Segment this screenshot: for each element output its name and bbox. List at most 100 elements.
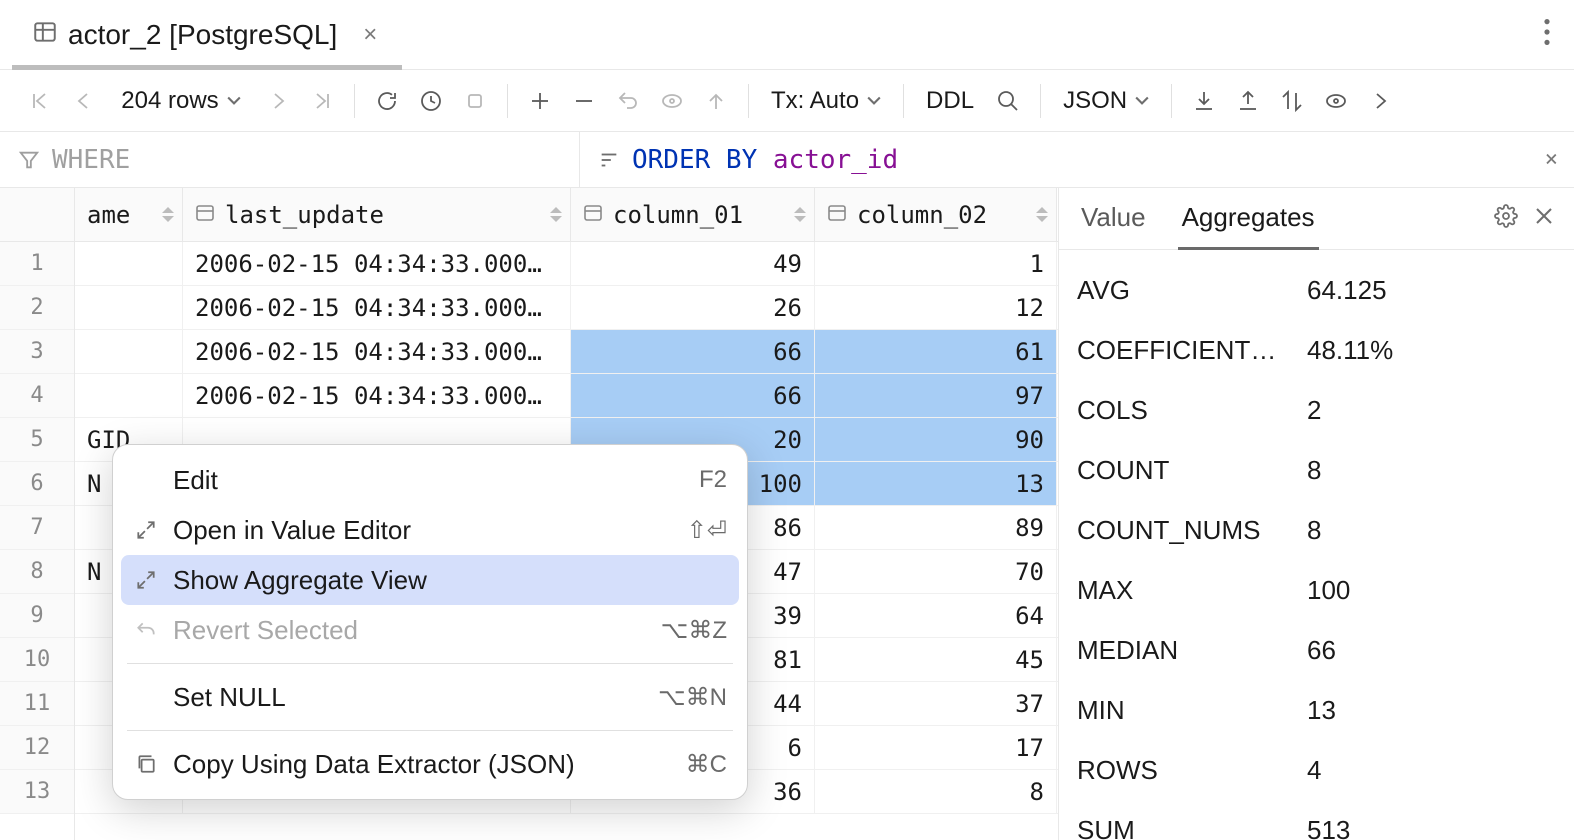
- remove-row-button[interactable]: [562, 79, 606, 123]
- table-row[interactable]: 2006-02-15 04:34:33.000…2612: [75, 286, 1058, 330]
- gear-icon[interactable]: [1494, 204, 1518, 234]
- row-number[interactable]: 11: [0, 682, 74, 726]
- row-number[interactable]: 10: [0, 638, 74, 682]
- format-dropdown[interactable]: JSON: [1051, 87, 1161, 115]
- table-row[interactable]: 2006-02-15 04:34:33.000…6661: [75, 330, 1058, 374]
- cell-name[interactable]: [75, 242, 183, 285]
- row-count-dropdown[interactable]: 204 rows: [106, 87, 256, 115]
- aggregate-row[interactable]: COUNT_NUMS8: [1059, 500, 1574, 560]
- menu-copy-extractor[interactable]: Copy Using Data Extractor (JSON) ⌘C: [113, 739, 747, 789]
- expand-button[interactable]: [1358, 79, 1402, 123]
- ddl-button[interactable]: DDL: [914, 87, 986, 115]
- aggregate-row[interactable]: COLS2: [1059, 380, 1574, 440]
- menu-revert-selected[interactable]: Revert Selected ⌥⌘Z: [113, 605, 747, 655]
- column-header-name[interactable]: ame: [75, 188, 183, 241]
- cell-column-01[interactable]: 66: [571, 374, 815, 417]
- menu-edit[interactable]: Edit F2: [113, 455, 747, 505]
- cell-name[interactable]: [75, 286, 183, 329]
- aggregate-row[interactable]: COEFFICIENT…48.11%: [1059, 320, 1574, 380]
- cell-column-02[interactable]: 17: [815, 726, 1057, 769]
- preview-button[interactable]: [650, 79, 694, 123]
- cell-name[interactable]: [75, 374, 183, 417]
- cell-column-02[interactable]: 61: [815, 330, 1057, 373]
- column-header-column-01[interactable]: column_01: [571, 188, 815, 241]
- row-number[interactable]: 9: [0, 594, 74, 638]
- reload-button[interactable]: [365, 79, 409, 123]
- cell-column-02[interactable]: 90: [815, 418, 1057, 461]
- cell-name[interactable]: [75, 330, 183, 373]
- cell-column-01[interactable]: 26: [571, 286, 815, 329]
- cell-column-02[interactable]: 89: [815, 506, 1057, 549]
- search-button[interactable]: [986, 79, 1030, 123]
- cell-column-02[interactable]: 37: [815, 682, 1057, 725]
- menu-show-aggregate-view[interactable]: Show Aggregate View: [121, 555, 739, 605]
- cell-column-01[interactable]: 66: [571, 330, 815, 373]
- revert-button[interactable]: [606, 79, 650, 123]
- row-number[interactable]: 6: [0, 462, 74, 506]
- next-page-button[interactable]: [256, 79, 300, 123]
- menu-set-null[interactable]: Set NULL ⌥⌘N: [113, 672, 747, 722]
- cell-last-update[interactable]: 2006-02-15 04:34:33.000…: [183, 374, 571, 417]
- row-number[interactable]: 2: [0, 286, 74, 330]
- orderby-keyword: ORDER BY: [632, 145, 757, 175]
- cell-column-02[interactable]: 12: [815, 286, 1057, 329]
- cell-column-02[interactable]: 1: [815, 242, 1057, 285]
- row-number[interactable]: 4: [0, 374, 74, 418]
- aggregate-row[interactable]: COUNT8: [1059, 440, 1574, 500]
- aggregate-value: 48.11%: [1307, 335, 1393, 366]
- row-number[interactable]: 3: [0, 330, 74, 374]
- table-row[interactable]: 2006-02-15 04:34:33.000…6697: [75, 374, 1058, 418]
- aggregate-row[interactable]: SUM513: [1059, 800, 1574, 840]
- aggregate-row[interactable]: ROWS4: [1059, 740, 1574, 800]
- table-row[interactable]: 2006-02-15 04:34:33.000…491: [75, 242, 1058, 286]
- sort-indicator: [794, 206, 806, 223]
- orderby-filter[interactable]: ORDER BY actor_id ×: [580, 132, 1574, 187]
- cell-last-update[interactable]: 2006-02-15 04:34:33.000…: [183, 286, 571, 329]
- aggregate-row[interactable]: MEDIAN66: [1059, 620, 1574, 680]
- close-tab-button[interactable]: ×: [363, 21, 377, 49]
- where-filter[interactable]: WHERE: [0, 132, 580, 187]
- view-options-button[interactable]: [1314, 79, 1358, 123]
- prev-page-button[interactable]: [62, 79, 106, 123]
- tx-mode-dropdown[interactable]: Tx: Auto: [759, 87, 893, 115]
- row-number[interactable]: 8: [0, 550, 74, 594]
- cell-column-02[interactable]: 13: [815, 462, 1057, 505]
- add-row-button[interactable]: [518, 79, 562, 123]
- aggregate-name: MIN: [1077, 695, 1307, 726]
- row-number[interactable]: 13: [0, 770, 74, 814]
- tab-value[interactable]: Value: [1077, 188, 1150, 250]
- cell-last-update[interactable]: 2006-02-15 04:34:33.000…: [183, 330, 571, 373]
- transpose-button[interactable]: [1270, 79, 1314, 123]
- aggregate-row[interactable]: MIN13: [1059, 680, 1574, 740]
- column-header-column-02[interactable]: column_02: [815, 188, 1057, 241]
- cell-column-02[interactable]: 64: [815, 594, 1057, 637]
- cell-column-02[interactable]: 70: [815, 550, 1057, 593]
- row-number[interactable]: 7: [0, 506, 74, 550]
- aggregate-row[interactable]: AVG64.125: [1059, 260, 1574, 320]
- cell-column-02[interactable]: 8: [815, 770, 1057, 813]
- history-button[interactable]: [409, 79, 453, 123]
- cell-last-update[interactable]: 2006-02-15 04:34:33.000…: [183, 242, 571, 285]
- aggregate-row[interactable]: MAX100: [1059, 560, 1574, 620]
- kebab-menu-button[interactable]: [1544, 19, 1550, 51]
- cell-column-02[interactable]: 45: [815, 638, 1057, 681]
- row-number[interactable]: 5: [0, 418, 74, 462]
- close-panel-button[interactable]: [1532, 204, 1556, 234]
- submit-button[interactable]: [694, 79, 738, 123]
- first-page-button[interactable]: [18, 79, 62, 123]
- cell-column-02[interactable]: 97: [815, 374, 1057, 417]
- aggregate-value: 2: [1307, 395, 1321, 426]
- column-header-last-update[interactable]: last_update: [183, 188, 571, 241]
- tab-aggregates[interactable]: Aggregates: [1178, 188, 1319, 250]
- format-label: JSON: [1063, 87, 1127, 115]
- editor-tab[interactable]: actor_2 [PostgreSQL] ×: [12, 0, 397, 69]
- cell-column-01[interactable]: 49: [571, 242, 815, 285]
- last-page-button[interactable]: [300, 79, 344, 123]
- stop-button[interactable]: [453, 79, 497, 123]
- row-number[interactable]: 1: [0, 242, 74, 286]
- row-number[interactable]: 12: [0, 726, 74, 770]
- clear-orderby-button[interactable]: ×: [1545, 147, 1558, 172]
- export-button[interactable]: [1182, 79, 1226, 123]
- menu-open-value-editor[interactable]: Open in Value Editor ⇧⏎: [113, 505, 747, 555]
- import-button[interactable]: [1226, 79, 1270, 123]
